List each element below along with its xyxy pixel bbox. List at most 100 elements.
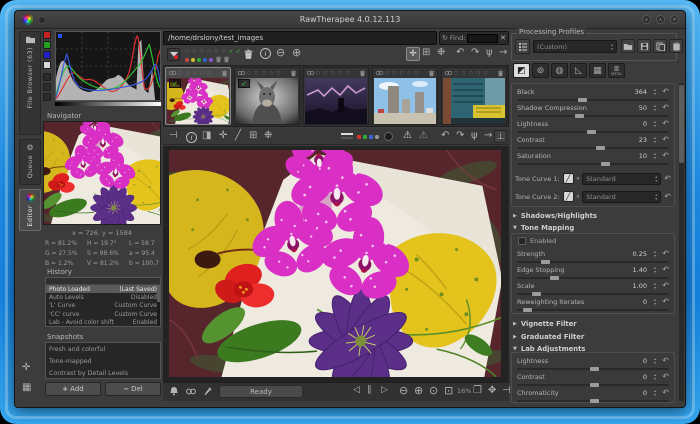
- filmstrip-thumb-building[interactable]: ○ ○ ○ ○ ○: [441, 67, 507, 125]
- reset-icon[interactable]: ↶: [662, 103, 669, 112]
- trash-icon[interactable]: [359, 70, 366, 77]
- redo-icon[interactable]: ↷: [456, 131, 464, 141]
- spinner[interactable]: ▴▾: [654, 357, 656, 365]
- filter-funnel-button[interactable]: [167, 48, 180, 61]
- refresh-icon[interactable]: ↻: [442, 34, 448, 42]
- tab-file-browser[interactable]: File Browser (63): [19, 31, 41, 135]
- redo-icon[interactable]: ↷: [471, 48, 479, 58]
- spinner[interactable]: ▴▾: [654, 389, 656, 397]
- next-image-icon[interactable]: ▷: [381, 386, 388, 395]
- curve-mode-select[interactable]: Standard ▴▾: [582, 191, 661, 203]
- tooltab-detail[interactable]: ⊚: [532, 63, 549, 78]
- reset-icon[interactable]: ↶: [662, 388, 669, 397]
- trash-icon[interactable]: [428, 70, 435, 77]
- chain-icon[interactable]: [168, 70, 177, 76]
- filmstrip-thumb-city[interactable]: ○ ○ ○ ○ ○: [372, 67, 438, 125]
- histogram-raw-toggle[interactable]: [43, 93, 51, 101]
- bell-icon[interactable]: [169, 386, 179, 396]
- spinner[interactable]: ▴▾: [654, 282, 656, 290]
- crop-tool-icon[interactable]: ⊞: [422, 48, 430, 58]
- reset-icon[interactable]: ↶: [662, 119, 669, 128]
- chain-icon[interactable]: [237, 70, 246, 76]
- filmstrip-thumb-donkey[interactable]: ○ ○ ○ ○ ○ ✓: [234, 67, 300, 125]
- snapshot-item[interactable]: Fresh and colorful: [46, 343, 160, 355]
- slider-track[interactable]: [517, 115, 669, 117]
- histogram-blue-toggle[interactable]: [43, 51, 51, 59]
- chain-icon[interactable]: [306, 70, 315, 76]
- reset-icon[interactable]: ↶: [662, 356, 669, 365]
- zoom-out-icon[interactable]: ⊖: [399, 385, 408, 396]
- image-canvas-area[interactable]: [163, 146, 509, 382]
- spinner[interactable]: ▴▾: [654, 104, 656, 112]
- arrow-right-icon[interactable]: →: [484, 131, 492, 141]
- chain-icon[interactable]: [185, 388, 197, 395]
- save-profile-button[interactable]: [637, 39, 651, 53]
- trash-icon[interactable]: [290, 70, 297, 77]
- luma-channel-button[interactable]: [375, 135, 379, 139]
- green-channel-button[interactable]: [363, 135, 367, 139]
- white-balance-picker-icon[interactable]: ψ: [471, 131, 478, 141]
- history-row[interactable]: Lab - Avoid color shiftEnabled: [46, 319, 160, 327]
- zoom-100-icon[interactable]: ⊙: [429, 385, 438, 396]
- tooltab-transform[interactable]: ◺: [570, 63, 587, 78]
- dock-panel-icon[interactable]: ⊣: [502, 386, 511, 396]
- filmstrip-thumb-flowers[interactable]: ○ ○ ○ ○ ○ ✓: [165, 67, 231, 125]
- close-button[interactable]: ✕: [670, 15, 679, 24]
- trash-button[interactable]: [243, 49, 254, 60]
- straighten-tool-icon[interactable]: ╱: [235, 131, 241, 141]
- histogram-value-toggle[interactable]: [43, 73, 51, 81]
- find-close-icon[interactable]: ✕: [500, 34, 506, 42]
- section-tone-mapping[interactable]: ▼Tone Mapping: [513, 222, 673, 233]
- snapshot-item[interactable]: Tone-mapped: [46, 355, 160, 367]
- spinner[interactable]: ▴▾: [654, 250, 656, 258]
- reset-icon[interactable]: ↶: [662, 151, 669, 160]
- histogram-green-toggle[interactable]: [43, 41, 51, 49]
- spinner[interactable]: ▴▾: [654, 266, 656, 274]
- filmstrip-toggle-icon[interactable]: ▦: [22, 383, 31, 393]
- main-image[interactable]: [169, 150, 501, 377]
- image-pair-icon[interactable]: ∥: [367, 386, 372, 395]
- left-panel-toggle-icon[interactable]: ⊣: [169, 131, 178, 141]
- slider-track[interactable]: [517, 261, 669, 263]
- reset-icon[interactable]: ↶: [662, 372, 669, 381]
- history-row[interactable]: 'CC' curveCustom Curve: [46, 310, 160, 318]
- pan-navigation-icon[interactable]: ✛: [22, 363, 30, 373]
- rating-filter-cluster[interactable]: ○ ○ ○ ○ ○ ○ ✓ ✓: [185, 48, 241, 63]
- channel-preview-widget[interactable]: [341, 133, 353, 139]
- tooltab-color[interactable]: ◍: [551, 63, 568, 78]
- navigator-preview[interactable]: [43, 121, 161, 225]
- history-row[interactable]: 'L' CurveCustom Curve: [46, 302, 160, 310]
- slider-track[interactable]: [517, 368, 669, 370]
- reset-icon[interactable]: ↶: [662, 281, 669, 290]
- trash-icon[interactable]: [497, 70, 504, 77]
- slider-track[interactable]: [517, 163, 669, 165]
- find-input[interactable]: [467, 34, 498, 43]
- slider-track[interactable]: [517, 293, 669, 295]
- tooltab-exposure[interactable]: ◩: [513, 63, 530, 78]
- spinner[interactable]: ▴▾: [654, 152, 656, 160]
- chain-icon[interactable]: [375, 70, 384, 76]
- tooltab-metadata[interactable]: ▥META: [608, 63, 625, 78]
- curve-drop-icon[interactable]: ▾: [577, 176, 580, 182]
- path-bar[interactable]: /home/drslony/test_images: [163, 31, 437, 45]
- slider-track[interactable]: [517, 131, 669, 133]
- maximize-button[interactable]: ∧: [656, 15, 665, 24]
- spinner[interactable]: ▴▾: [654, 136, 656, 144]
- enabled-checkbox[interactable]: [518, 237, 526, 245]
- reset-icon[interactable]: ↶: [662, 265, 669, 274]
- filmstrip-thumb-lightning[interactable]: ○ ○ ○ ○ ○: [303, 67, 369, 125]
- section-graduated-filter[interactable]: ▶Graduated Filter: [513, 331, 673, 342]
- minimize-button[interactable]: ∨: [642, 15, 651, 24]
- snapshot-add-button[interactable]: +Add: [45, 382, 101, 396]
- curve-type-button[interactable]: ╱: [563, 191, 574, 202]
- history-row[interactable]: Photo Loaded(Last Saved): [46, 285, 160, 293]
- hand-tool-icon[interactable]: ✛: [219, 131, 227, 141]
- crop-tool-icon[interactable]: ⊞: [249, 131, 257, 141]
- snapshot-del-button[interactable]: −Del: [105, 382, 161, 396]
- info-toggle-icon[interactable]: i: [186, 132, 197, 143]
- highlight-clipping-icon[interactable]: ⚠: [419, 131, 428, 141]
- histogram-luma-toggle[interactable]: [43, 61, 51, 69]
- reset-icon[interactable]: ↶: [662, 249, 669, 258]
- load-profile-button[interactable]: [621, 39, 635, 53]
- slider-track[interactable]: [517, 309, 669, 311]
